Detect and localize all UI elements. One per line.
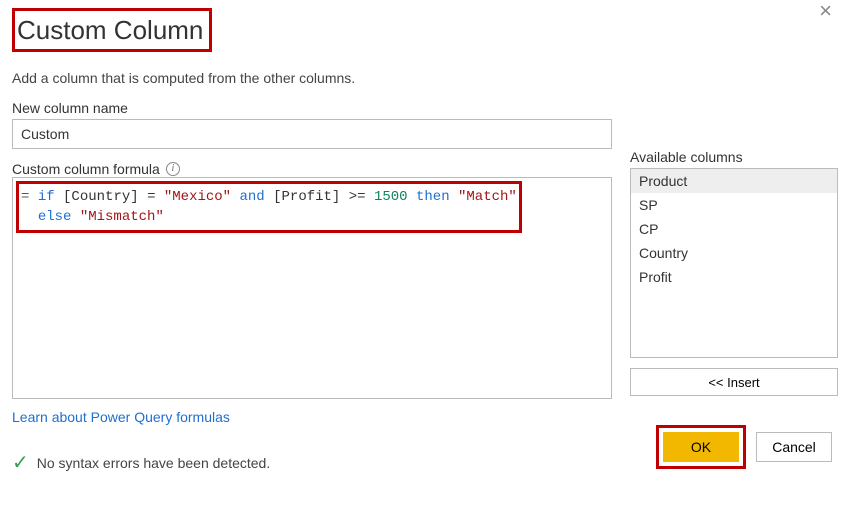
formula-label: Custom column formula: [12, 161, 160, 177]
close-icon[interactable]: ×: [819, 0, 832, 22]
formula-token: and: [240, 189, 265, 205]
new-column-name-input[interactable]: [12, 119, 612, 149]
formula-token: "Mexico": [164, 189, 231, 205]
formula-token: "Match": [458, 189, 517, 205]
info-icon[interactable]: i: [166, 162, 180, 176]
formula-token: =: [147, 189, 155, 205]
formula-token: if: [38, 189, 55, 205]
available-column-item[interactable]: Country: [631, 241, 837, 265]
ok-highlight-box: OK: [656, 425, 746, 469]
formula-token: =: [21, 189, 29, 205]
new-column-name-label: New column name: [12, 100, 838, 116]
formula-textarea[interactable]: = if [Country] = "Mexico" and [Profit] >…: [12, 177, 612, 399]
formula-token: then: [416, 189, 450, 205]
formula-highlight-box: = if [Country] = "Mexico" and [Profit] >…: [16, 181, 522, 233]
available-columns-label: Available columns: [630, 149, 838, 165]
formula-token: [Country]: [63, 189, 139, 205]
formula-token: [Profit]: [273, 189, 340, 205]
formula-token: else: [38, 209, 72, 225]
formula-token: 1500: [374, 189, 408, 205]
available-column-item[interactable]: SP: [631, 193, 837, 217]
formula-token: "Mismatch": [80, 209, 164, 225]
available-column-item[interactable]: CP: [631, 217, 837, 241]
insert-button[interactable]: << Insert: [630, 368, 838, 396]
title-highlight-box: Custom Column: [12, 8, 212, 52]
dialog-title: Custom Column: [17, 11, 203, 49]
check-icon: ✓: [12, 453, 29, 473]
ok-button[interactable]: OK: [663, 432, 739, 462]
available-columns-list[interactable]: Product SP CP Country Profit: [630, 168, 838, 358]
cancel-button[interactable]: Cancel: [756, 432, 832, 462]
dialog-subtitle: Add a column that is computed from the o…: [12, 70, 838, 86]
formula-token: >=: [349, 189, 366, 205]
available-column-item[interactable]: Profit: [631, 265, 837, 289]
learn-more-link[interactable]: Learn about Power Query formulas: [12, 409, 230, 425]
status-text: No syntax errors have been detected.: [37, 455, 270, 471]
available-column-item[interactable]: Product: [631, 169, 837, 193]
